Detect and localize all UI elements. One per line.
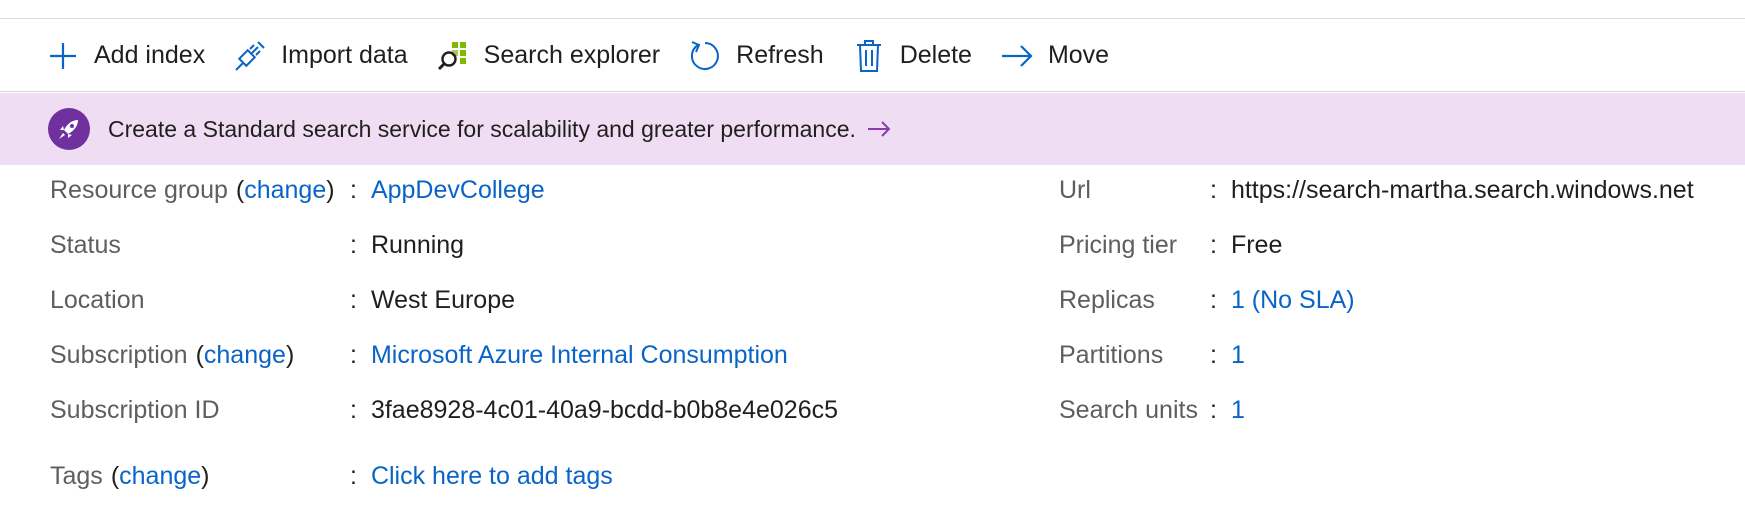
subscription-id-label: Subscription ID — [50, 395, 220, 424]
status-row: Status — [50, 228, 121, 262]
partitions-row: Partitions — [1059, 338, 1163, 372]
resource-group-value[interactable]: AppDevCollege — [371, 176, 545, 205]
subscription-label: Subscription — [50, 340, 188, 369]
url-label: Url — [1059, 175, 1091, 204]
rocket-icon — [48, 108, 90, 150]
import-data-button[interactable]: Import data — [233, 34, 408, 78]
status-value-row: : Running — [350, 230, 465, 259]
resource-group-label: Resource group — [50, 175, 228, 204]
tags-label: Tags — [50, 461, 103, 490]
partitions-label: Partitions — [1059, 340, 1164, 369]
pricing-tier-row: Pricing tier — [1059, 228, 1177, 262]
add-tags-link[interactable]: Click here to add tags — [371, 462, 613, 491]
search-explorer-icon — [436, 39, 470, 73]
top-divider — [0, 18, 1745, 19]
banner-link-arrow-icon[interactable] — [866, 119, 892, 139]
status-label: Status — [50, 230, 121, 259]
search-units-row: Search units — [1059, 393, 1198, 427]
banner-message: Create a Standard search service for sca… — [108, 115, 856, 142]
partitions-value-row: : 1 — [1210, 340, 1245, 370]
plug-icon — [233, 39, 267, 73]
url-row: Url — [1059, 173, 1091, 207]
url-value-row: : https://search-martha.search.windows.n… — [1210, 175, 1694, 204]
move-label: Move — [1047, 41, 1110, 69]
add-index-label: Add index — [94, 41, 206, 69]
add-index-button[interactable]: Add index — [46, 34, 205, 78]
refresh-icon — [688, 39, 722, 73]
subscription-id-value-row: : 3fae8928-4c01-40a9-bcdd-b0b8e4e026c5 — [350, 395, 839, 424]
location-row: Location — [50, 283, 145, 317]
delete-label: Delete — [899, 41, 972, 69]
upgrade-banner: Create a Standard search service for sca… — [0, 93, 1745, 165]
plus-icon — [46, 39, 80, 73]
partitions-value[interactable]: 1 — [1231, 341, 1245, 370]
location-value-row: : West Europe — [350, 285, 516, 314]
replicas-value[interactable]: 1 (No SLA) — [1231, 286, 1355, 315]
refresh-button[interactable]: Refresh — [688, 34, 824, 78]
url-value: https://search-martha.search.windows.net — [1230, 175, 1694, 204]
location-value: West Europe — [370, 285, 516, 314]
subscription-value[interactable]: Microsoft Azure Internal Consumption — [371, 341, 788, 370]
replicas-row: Replicas — [1059, 283, 1155, 317]
tags-row: Tags (change) — [50, 461, 210, 491]
resource-group-value-row: : AppDevCollege — [350, 175, 545, 205]
pricing-tier-value-row: : Free — [1210, 230, 1283, 259]
tags-value-row: : Click here to add tags — [350, 461, 613, 491]
search-units-value[interactable]: 1 — [1231, 396, 1245, 425]
subscription-value-row: : Microsoft Azure Internal Consumption — [350, 340, 788, 370]
search-units-value-row: : 1 — [1210, 395, 1245, 425]
resource-group-row: Resource group (change) — [50, 175, 335, 205]
search-units-label: Search units — [1059, 395, 1198, 424]
replicas-label: Replicas — [1059, 285, 1155, 314]
subscription-id-value: 3fae8928-4c01-40a9-bcdd-b0b8e4e026c5 — [370, 395, 839, 424]
subscription-id-row: Subscription ID — [50, 393, 220, 427]
replicas-value-row: : 1 (No SLA) — [1210, 285, 1355, 315]
trash-icon — [852, 39, 886, 73]
move-button[interactable]: Move — [1000, 34, 1109, 78]
delete-button[interactable]: Delete — [852, 34, 972, 78]
pricing-tier-value: Free — [1230, 230, 1283, 259]
tags-change-link[interactable]: change — [119, 462, 201, 491]
resource-group-change-link[interactable]: change — [244, 176, 326, 205]
refresh-label: Refresh — [736, 41, 824, 69]
command-bar: Add index Import data Search explorer Re… — [0, 20, 1745, 92]
subscription-row: Subscription (change) — [50, 340, 295, 370]
search-explorer-label: Search explorer — [483, 41, 661, 69]
search-explorer-button[interactable]: Search explorer — [436, 34, 660, 78]
status-value: Running — [370, 230, 465, 259]
location-label: Location — [50, 285, 145, 314]
import-data-label: Import data — [281, 41, 408, 69]
arrow-right-icon — [1000, 39, 1034, 73]
subscription-change-link[interactable]: change — [204, 341, 286, 370]
pricing-tier-label: Pricing tier — [1059, 230, 1178, 259]
